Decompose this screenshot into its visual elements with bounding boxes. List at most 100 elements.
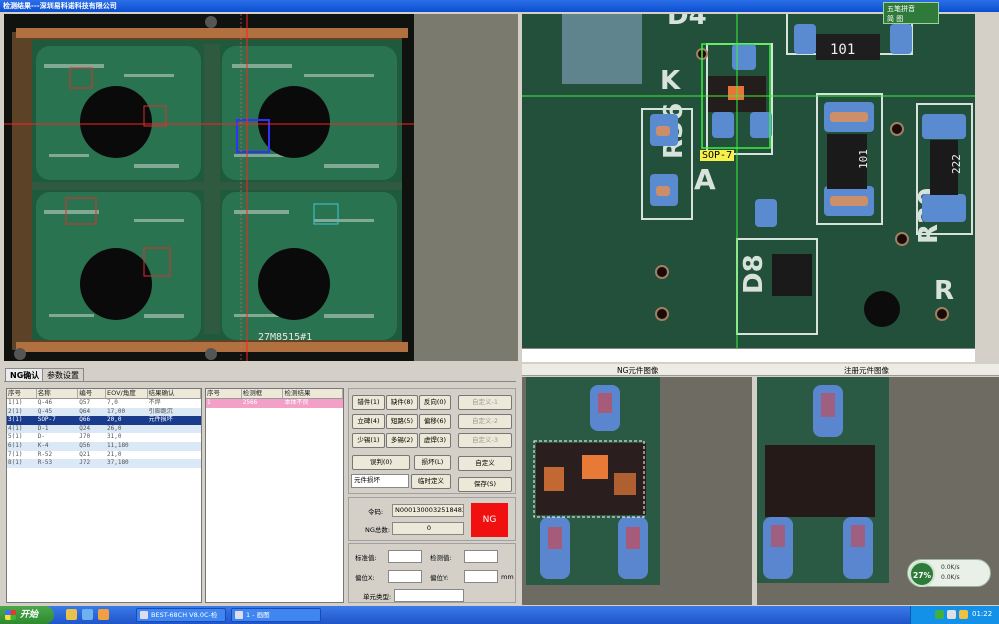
ng-count-label: NG总数: [365,526,391,534]
network-speed-widget[interactable]: 27% 0.0K/s 0.0K/s [907,559,991,587]
component-label: SOP-7 [700,150,735,161]
registered-image-title: 注册元件图像 [844,366,889,375]
tab-divider [4,381,516,382]
table-header: 序号 检测框 检测结果 [206,389,343,399]
taskbar: 开始 BEST-68CH V8.0C-检 1 - 画图 01:22 [0,606,999,624]
column-header[interactable]: 检测结果 [283,389,343,398]
svg-text:K: K [660,66,681,96]
cell [148,442,201,451]
taskbar-task-paint[interactable]: 1 - 画图 [231,608,321,622]
tray-app-icon[interactable] [959,610,968,619]
table-row[interactable]: 1(1) Q-46 Q57 7,0 不焊 [7,399,201,408]
taskbar-task-inspection[interactable]: BEST-68CH V8.0C-检 [136,608,226,622]
tab-parameter-settings[interactable]: 参数设置 [42,368,84,382]
zoom-scrollbar[interactable] [522,348,975,362]
save-button[interactable]: 保存(S) [458,477,512,492]
quick-launch-folder-icon[interactable] [66,609,77,620]
reverse-button[interactable]: 反向(0) [419,395,451,410]
offset-button[interactable]: 偏移(6) [419,414,451,429]
ng-list-table[interactable]: 序号 名称 编号 EOV/角度 结果确认 1(1) Q-46 Q57 7,0 不… [6,388,202,603]
cold-solder-button[interactable]: 虚焊(3) [419,433,451,448]
ng-component-image[interactable] [522,377,752,605]
quick-launch-desktop-icon[interactable] [82,609,93,620]
wrong-part-button[interactable]: 错件(1) [352,395,385,410]
svg-text:222: 222 [950,154,963,174]
cell: 5(1) [8,433,23,441]
board-margin [414,14,518,361]
column-header[interactable]: 名称 [37,389,79,398]
missing-part-button[interactable]: 缺件(8) [386,395,418,410]
custom-define-1-button[interactable]: 自定义-1 [458,395,512,410]
column-header[interactable]: 检测框 [242,389,284,398]
table-row[interactable]: 6(1) K-4 Q56 11,180 [7,441,201,451]
cell: 6(1) [8,441,23,449]
cell: J70 [79,433,91,441]
table-row-selected[interactable]: 3(1) SOP-7 Q66 20,0 元件损坏 [7,416,201,425]
column-header[interactable]: 结果确认 [148,389,201,398]
order-field: N0001300032518483 [392,504,464,517]
excess-solder-button[interactable]: 多锡(2) [386,433,418,448]
custom-define-3-button[interactable]: 自定义-3 [458,433,512,448]
column-header[interactable]: 编号 [78,389,106,398]
table-row[interactable]: 8(1) R-53 J72 37,180 [7,459,201,468]
ng-count-field: 0 [392,522,464,535]
table-row[interactable]: 7(1) R-52 Q21 21,0 [7,451,201,460]
window-title: 检测结果---深圳易科诺科技有限公司 [3,2,117,10]
cell: R-52 [37,450,53,458]
tab-ng-confirm[interactable]: NG确认 [5,368,45,382]
cell: Q56 [79,441,91,449]
offset-y-label: 偏位Y: [430,574,449,582]
ime-toolbar[interactable]: 五笔拼音 简 图 [883,2,939,24]
table-row[interactable]: 5(1) D- J70 31,0 [7,433,201,442]
misjudge-button[interactable]: 误判(0) [352,455,410,470]
cell [148,459,201,468]
zoom-component-image[interactable]: K A D4 R56 D8 R20 R 101 101 222 [522,14,975,348]
table-row[interactable]: 4(1) D-1 Q24 26,0 [7,424,201,434]
insufficient-solder-button[interactable]: 少锡(1) [352,433,385,448]
tray-network-icon[interactable] [935,610,944,619]
cell: 17,00 [107,407,126,415]
column-header[interactable]: EOV/角度 [106,389,148,398]
svg-text:D4: D4 [667,14,707,31]
custom-define-2-button[interactable]: 自定义-2 [458,414,512,429]
ime-status[interactable]: 简 图 [887,14,903,24]
tray-volume-icon[interactable] [947,610,956,619]
det-value-field [464,550,498,563]
task-label: BEST-68CH V8.0C-检 [151,611,218,619]
cell: 11,180 [107,441,129,449]
start-button[interactable]: 开始 [0,606,54,624]
quick-launch-app-icon[interactable] [98,609,109,620]
temp-define-button[interactable]: 临时定义 [411,474,451,489]
cell: 1 [207,399,211,406]
damage-button[interactable]: 损坏(L) [414,455,451,470]
column-header[interactable]: 序号 [206,389,242,398]
title-bar: 检测结果---深圳易科诺科技有限公司 [0,0,999,12]
element-type-label: 单元类型: [363,593,392,601]
cell: K-4 [37,441,49,449]
cell: 元件损坏 [148,416,173,424]
cell [148,433,201,442]
image-panel-header: NG元件图像 注册元件图像 [522,364,999,376]
defect-name-input[interactable]: 元件损坏 [351,474,409,488]
ng-component-graphic [522,377,752,605]
cell: 20,0 [107,416,122,424]
clock: 01:22 [972,610,993,618]
short-circuit-button[interactable]: 短路(5) [386,414,418,429]
table-row-selected[interactable]: 1 2566 本体不良 [206,399,343,408]
cell: Q-46 [37,399,53,406]
upload-speed: 0.0K/s [941,564,960,571]
cell: 26,0 [107,424,122,432]
offset-x-field [388,570,422,583]
unit-label: mm [501,573,514,581]
board-overview-image[interactable]: 27M8515#1 [4,14,414,361]
result-table[interactable]: 序号 检测框 检测结果 1 2566 本体不良 [205,388,344,603]
tombstone-button[interactable]: 立碑(4) [352,414,385,429]
task-label: 1 - 画图 [246,611,270,619]
std-value-field [388,550,422,563]
custom-define-button[interactable]: 自定义 [458,456,512,471]
table-row[interactable]: 2(1) Q-45 Q64 17,00 引脚跪沉 [7,407,201,417]
ime-name[interactable]: 五笔拼音 [887,4,915,14]
column-header[interactable]: 序号 [7,389,37,398]
cell: 4(1) [8,424,23,432]
order-label: 令码: [368,508,384,516]
